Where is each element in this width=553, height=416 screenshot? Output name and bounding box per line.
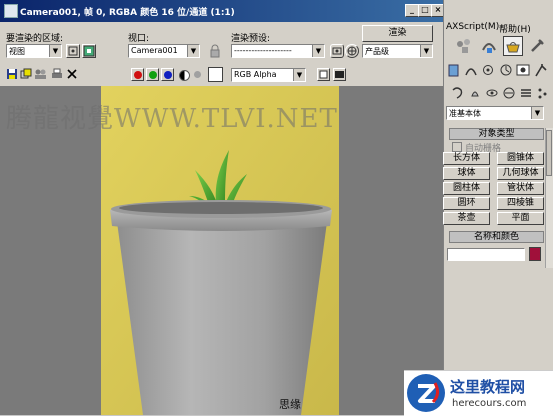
object-type-button[interactable]: 平面	[497, 212, 544, 225]
environment-icon[interactable]	[345, 44, 359, 58]
viewport-dropdown[interactable]: Camera001 ▼	[128, 44, 200, 58]
rendered-frame-window: Camera001, 帧 0, RGBA 颜色 16 位/通道 (1:1) _ …	[0, 0, 445, 415]
layers-icon[interactable]	[519, 86, 533, 100]
object-category-dropdown[interactable]: 准基本体 ▼	[446, 106, 544, 120]
viewport-label: 视口:	[128, 34, 150, 44]
area-to-render-dropdown[interactable]: 视图 ▼	[6, 44, 62, 58]
viewport-value: Camera001	[131, 46, 178, 55]
corner-caption: 思缘	[279, 398, 301, 411]
alpha-channel-icon[interactable]	[179, 70, 190, 81]
background-color-swatch[interactable]	[208, 67, 223, 82]
chevron-down-icon: ▼	[312, 45, 324, 57]
logo-site-url: herecours.com	[452, 398, 527, 409]
object-type-button[interactable]: 管状体	[497, 182, 544, 195]
red-channel-icon	[134, 71, 142, 79]
window-title: Camera001, 帧 0, RGBA 颜色 16 位/通道 (1:1)	[20, 8, 235, 18]
command-panel-scrollbar[interactable]	[545, 128, 553, 268]
lights-icon[interactable]	[481, 62, 495, 78]
menu-maxscript[interactable]: AXScript(M)	[446, 22, 499, 32]
render-button[interactable]: 渲染	[362, 25, 433, 42]
object-type-button[interactable]: 长方体	[443, 152, 490, 165]
app-icon	[4, 4, 18, 18]
render-mode-value: 产品级	[365, 47, 389, 56]
pan-view-icon[interactable]	[468, 86, 482, 100]
monochrome-icon[interactable]	[194, 71, 201, 78]
copy-image-icon[interactable]	[34, 68, 47, 81]
render-setup-icon[interactable]	[330, 44, 344, 58]
render-preset-label: 渲染预设:	[231, 34, 271, 44]
object-type-button[interactable]: 四棱锥	[497, 197, 544, 210]
chevron-down-icon: ▼	[49, 45, 61, 57]
site-logo-badge: 这里教程网 herecours.com	[404, 370, 553, 416]
z-logo-icon	[407, 374, 445, 412]
dots-icon[interactable]	[537, 86, 549, 100]
create-tab-icon[interactable]	[454, 36, 474, 56]
hierarchy-tab-icon[interactable]	[503, 36, 523, 56]
rotate-view-icon[interactable]	[450, 86, 464, 100]
display-alpha-icon[interactable]	[317, 68, 330, 81]
chevron-down-icon: ▼	[531, 107, 543, 119]
red-channel-toggle[interactable]	[131, 68, 144, 81]
channel-value: RGB Alpha	[234, 70, 277, 79]
orbit-icon[interactable]	[485, 86, 499, 100]
geometry-icon[interactable]	[447, 62, 460, 78]
menu-help[interactable]: 帮助(H)	[499, 22, 531, 35]
particle-icon[interactable]	[502, 86, 516, 100]
render-mode-dropdown[interactable]: 产品级 ▼	[362, 44, 433, 58]
object-category-value: 准基本体	[449, 109, 481, 118]
chevron-down-icon: ▼	[420, 45, 432, 57]
maximize-button[interactable]: □	[418, 4, 432, 17]
object-type-button[interactable]: 几何球体	[497, 167, 544, 180]
object-type-button[interactable]: 球体	[443, 167, 490, 180]
edit-region-icon[interactable]	[66, 44, 80, 58]
green-channel-toggle[interactable]	[146, 68, 159, 81]
watermark-text: 腾龍视覺WWW.TLVI.NET	[6, 104, 338, 134]
space-warps-icon[interactable]	[534, 62, 548, 78]
area-to-render-label: 要渲染的区域:	[6, 34, 64, 44]
scrollbar-thumb[interactable]	[546, 130, 552, 176]
clone-icon[interactable]	[19, 68, 32, 81]
blue-channel-toggle[interactable]	[161, 68, 174, 81]
object-name-field[interactable]	[447, 248, 525, 261]
render-preset-dropdown[interactable]: -------------------- ▼	[231, 44, 325, 58]
channel-dropdown[interactable]: RGB Alpha ▼	[231, 68, 306, 82]
helpers-icon[interactable]	[516, 62, 530, 78]
utilities-tab-icon[interactable]	[527, 36, 547, 56]
flower-pot-render	[101, 86, 339, 415]
minimize-button[interactable]: _	[405, 4, 419, 17]
auto-region-icon[interactable]	[82, 44, 96, 58]
object-type-rollout-header[interactable]: 对象类型	[449, 128, 544, 140]
print-icon[interactable]	[50, 68, 63, 81]
object-type-button[interactable]: 圆环	[443, 197, 490, 210]
green-channel-icon	[149, 71, 157, 79]
clear-icon[interactable]	[65, 68, 78, 81]
auto-grid-checkbox[interactable]	[452, 142, 462, 152]
name-color-rollout-header[interactable]: 名称和颜色	[449, 231, 544, 243]
area-to-render-value: 视图	[9, 47, 25, 56]
save-icon[interactable]	[5, 68, 18, 81]
blue-channel-icon	[164, 71, 172, 79]
toggle-ui-icon[interactable]	[333, 68, 346, 81]
logo-site-name: 这里教程网	[450, 378, 526, 396]
title-bar[interactable]: Camera001, 帧 0, RGBA 颜色 16 位/通道 (1:1) _ …	[0, 0, 445, 22]
render-preset-value: --------------------	[234, 46, 292, 55]
cameras-icon[interactable]	[499, 62, 513, 78]
shapes-icon[interactable]	[464, 62, 478, 78]
chevron-down-icon: ▼	[293, 69, 305, 81]
object-color-swatch[interactable]	[529, 247, 541, 261]
render-viewport[interactable]: 腾龍视覺WWW.TLVI.NET 思缘	[0, 86, 443, 415]
chevron-down-icon: ▼	[187, 45, 199, 57]
modify-tab-icon[interactable]	[479, 36, 499, 56]
rendered-image	[101, 86, 339, 415]
lock-icon[interactable]	[209, 44, 221, 58]
object-type-button[interactable]: 茶壶	[443, 212, 490, 225]
object-type-button[interactable]: 圆柱体	[443, 182, 490, 195]
object-type-button[interactable]: 圆锥体	[497, 152, 544, 165]
